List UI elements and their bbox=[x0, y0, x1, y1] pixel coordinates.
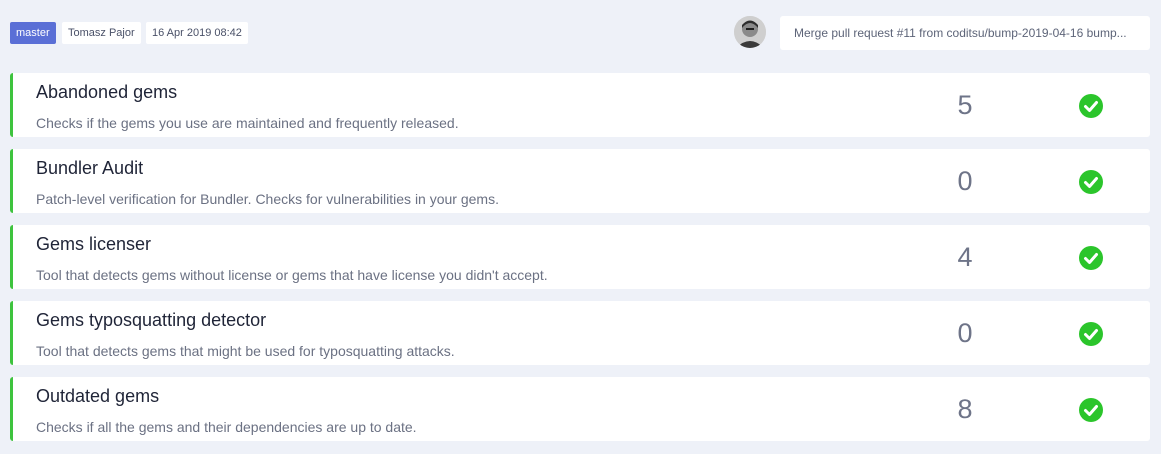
check-description: Checks if the gems you use are maintaine… bbox=[36, 115, 459, 131]
check-circle-icon bbox=[1079, 246, 1103, 270]
check-description: Tool that detects gems that might be use… bbox=[36, 343, 455, 359]
check-row-abandoned-gems[interactable]: Abandoned gems Checks if the gems you us… bbox=[10, 73, 1150, 137]
branch-badge[interactable]: master bbox=[10, 22, 56, 44]
check-description: Tool that detects gems without license o… bbox=[36, 267, 548, 283]
check-title: Outdated gems bbox=[36, 386, 160, 406]
check-row-bundler-audit[interactable]: Bundler Audit Patch-level verification f… bbox=[10, 149, 1150, 213]
check-circle-icon bbox=[1079, 170, 1103, 194]
offense-count: 0 bbox=[957, 166, 973, 196]
check-circle-icon bbox=[1079, 94, 1103, 118]
commit-message[interactable]: Merge pull request #11 from coditsu/bump… bbox=[780, 16, 1150, 50]
check-title: Bundler Audit bbox=[36, 158, 144, 178]
avatar[interactable] bbox=[734, 16, 766, 48]
check-title: Gems licenser bbox=[36, 234, 152, 254]
offense-count: 8 bbox=[957, 394, 973, 424]
avatar-image bbox=[734, 16, 766, 48]
offense-count: 5 bbox=[957, 90, 973, 120]
check-title: Abandoned gems bbox=[36, 82, 178, 102]
check-description: Checks if all the gems and their depende… bbox=[36, 419, 417, 435]
offense-count: 0 bbox=[957, 318, 973, 348]
author-badge: Tomasz Pajor bbox=[62, 22, 141, 44]
check-row-gems-typosquatting-detector[interactable]: Gems typosquatting detector Tool that de… bbox=[10, 301, 1150, 365]
check-circle-icon bbox=[1079, 398, 1103, 422]
build-header: master Tomasz Pajor 16 Apr 2019 08:42 Me… bbox=[10, 16, 1150, 50]
check-row-gems-licenser[interactable]: Gems licenser Tool that detects gems wit… bbox=[10, 225, 1150, 289]
check-title: Gems typosquatting detector bbox=[36, 310, 267, 330]
check-description: Patch-level verification for Bundler. Ch… bbox=[36, 191, 499, 207]
date-badge: 16 Apr 2019 08:42 bbox=[146, 22, 248, 44]
checks-list: Abandoned gems Checks if the gems you us… bbox=[10, 73, 1150, 453]
check-circle-icon bbox=[1079, 322, 1103, 346]
check-row-outdated-gems[interactable]: Outdated gems Checks if all the gems and… bbox=[10, 377, 1150, 441]
offense-count: 4 bbox=[957, 242, 973, 272]
